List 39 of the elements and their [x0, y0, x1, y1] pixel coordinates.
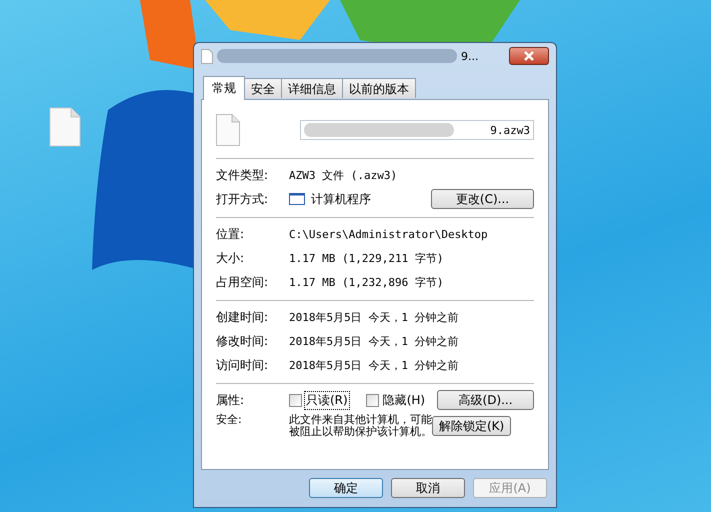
field-label: 打开方式: — [216, 190, 270, 208]
field-value: 2018年5月5日 今天，1 分钟之前 — [289, 334, 459, 348]
program-window-icon — [289, 193, 305, 205]
dialog-button[interactable]: 取消 — [391, 478, 465, 498]
close-button[interactable] — [509, 47, 549, 65]
field-value: 1.17 MB (1,229,211 字节) — [289, 250, 444, 266]
action-button[interactable]: 更改(C)... — [431, 189, 534, 209]
field-value: C:\Users\Administrator\Desktop — [289, 228, 488, 240]
dialog-button[interactable]: 确定 — [309, 478, 383, 498]
tab[interactable]: 安全 — [244, 78, 282, 98]
checkbox[interactable] — [289, 394, 302, 406]
field-value: 2018年5月5日 今天，1 分钟之前 — [289, 310, 459, 324]
field-label: 安全: — [216, 414, 243, 426]
field-label: 文件类型: — [216, 166, 270, 184]
tab[interactable]: 常规 — [203, 76, 245, 100]
checkbox-label[interactable]: 隐藏(H) — [380, 390, 428, 410]
window-title: 9... — [461, 50, 478, 62]
field-label: 修改时间: — [216, 332, 270, 350]
field-label: 占用空间: — [216, 274, 270, 290]
security-note: 此文件来自其他计算机，可能被阻止以帮助保护该计算机。 — [289, 414, 432, 438]
field-value: 2018年5月5日 今天，1 分钟之前 — [289, 358, 459, 372]
checkbox[interactable] — [366, 394, 379, 406]
field-value: 计算机程序 — [311, 190, 371, 208]
checkbox-label[interactable]: 只读(R) — [304, 390, 350, 410]
tab[interactable]: 详细信息 — [281, 78, 343, 98]
field-label: 属性: — [216, 392, 246, 408]
action-button[interactable]: 高级(D)... — [437, 390, 534, 410]
file-icon — [216, 114, 240, 146]
field-value: AZW3 文件 (.azw3) — [289, 168, 398, 182]
field-value: 1.17 MB (1,232,896 字节) — [289, 274, 444, 290]
field-label: 位置: — [216, 226, 246, 242]
file-name-field[interactable]: 9.azw3 — [300, 120, 534, 140]
field-label: 大小: — [216, 250, 246, 266]
action-button[interactable]: 解除锁定(K) — [432, 416, 512, 436]
field-label: 访问时间: — [216, 356, 270, 374]
tab[interactable]: 以前的版本 — [342, 78, 416, 98]
field-label: 创建时间: — [216, 308, 270, 326]
file-icon[interactable] — [49, 107, 81, 147]
close-icon — [523, 51, 535, 61]
